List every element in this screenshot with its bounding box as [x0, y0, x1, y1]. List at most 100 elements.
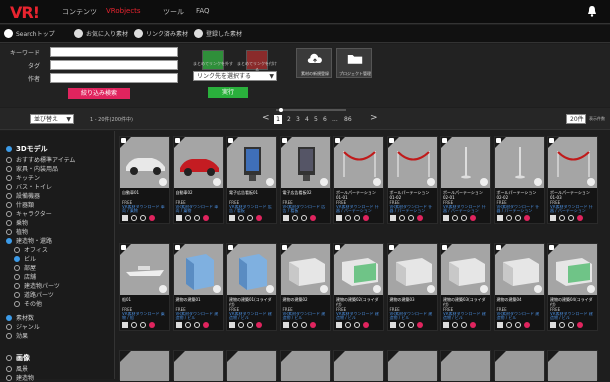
link-icon[interactable]: [140, 215, 146, 221]
asset-title[interactable]: 建物の建築03(コライダ付): [441, 295, 490, 307]
sidebar-item-landscape[interactable]: 風景: [6, 364, 28, 373]
select-checkbox-icon[interactable]: [336, 215, 342, 221]
select-checkbox-icon[interactable]: [175, 322, 182, 328]
heart-icon[interactable]: [416, 215, 423, 221]
asset-card[interactable]: 電子広告看板01 FREE VR素材ダウンロード 広告 / 看板: [226, 136, 277, 224]
heart-icon[interactable]: [202, 215, 209, 221]
sidebar-subitem[interactable]: 建造物パーツ: [14, 281, 60, 290]
asset-thumbnail[interactable]: [280, 137, 330, 188]
asset-thumbnail[interactable]: [120, 137, 169, 188]
asset-title[interactable]: 建物の建築02(コライダ付): [334, 295, 383, 307]
select-checkbox-icon[interactable]: [229, 215, 235, 221]
sidebar-subitem[interactable]: 部屋: [14, 263, 36, 272]
sidebar-subitem[interactable]: その他: [14, 299, 42, 308]
sidebar-extra-item[interactable]: 効果: [6, 331, 28, 340]
asset-card[interactable]: 自動車02 FREE VR素材ダウンロード 車両 / 乗物: [172, 136, 224, 224]
heart-icon[interactable]: [202, 322, 209, 328]
sidebar-item-category[interactable]: キャラクター: [6, 209, 52, 218]
heart-icon[interactable]: [363, 215, 369, 221]
tab-linked[interactable]: リンク済み素材: [134, 29, 188, 38]
lock-icon[interactable]: [398, 322, 405, 328]
tab-search-top[interactable]: Searchトップ: [4, 29, 55, 38]
select-checkbox-icon[interactable]: [443, 322, 449, 328]
heart-icon[interactable]: [149, 215, 155, 221]
sidebar-subitem[interactable]: 店舗: [14, 272, 36, 281]
link-icon[interactable]: [300, 322, 307, 328]
asset-thumbnail[interactable]: [120, 244, 169, 295]
preview-icon[interactable]: [266, 285, 274, 293]
preview-icon[interactable]: [319, 178, 328, 186]
heart-icon[interactable]: [577, 215, 583, 221]
sidebar-item-category[interactable]: バス・トイレ: [6, 182, 52, 191]
asset-thumbnail[interactable]: [387, 137, 437, 188]
lock-icon[interactable]: [345, 322, 351, 328]
lock-icon[interactable]: [398, 215, 405, 221]
unlink-all-button[interactable]: [202, 50, 224, 70]
asset-title[interactable]: 電子広告看板02: [281, 188, 330, 200]
asset-meta[interactable]: VR素材ダウンロード 建造物 / ビル: [281, 312, 330, 320]
select-checkbox-icon[interactable]: [443, 215, 449, 221]
asset-title[interactable]: 建物の建築01(コライダ付): [227, 295, 276, 307]
asset-meta[interactable]: VR素材ダウンロード 建造物 / ビル: [174, 312, 223, 320]
asset-card[interactable]: ポールパーテーション01-01 FREE VR素材ダウンロード 什器 / パーテーシ…: [333, 136, 384, 224]
page-1[interactable]: 1: [274, 115, 282, 124]
section-images[interactable]: 画像: [6, 353, 30, 363]
asset-meta[interactable]: VR素材ダウンロード 什器 / パーテーション: [334, 205, 383, 213]
sidebar-item-category[interactable]: 家具・内装用品: [6, 164, 58, 173]
asset-thumbnail[interactable]: [548, 351, 597, 381]
preview-icon[interactable]: [319, 285, 328, 293]
link-icon[interactable]: [193, 322, 200, 328]
select-checkbox-icon[interactable]: [122, 322, 128, 328]
asset-thumbnail[interactable]: [280, 351, 330, 381]
asset-thumbnail[interactable]: [494, 137, 544, 188]
asset-thumbnail[interactable]: [334, 351, 383, 381]
preview-icon[interactable]: [480, 285, 488, 293]
nav-contents[interactable]: コンテンツ: [62, 7, 97, 17]
nav-tools[interactable]: ツール: [163, 7, 184, 17]
select-checkbox-icon[interactable]: [122, 215, 128, 221]
asset-meta[interactable]: VR素材ダウンロード 什器 / パーテーション: [441, 205, 490, 213]
asset-meta[interactable]: VR素材ダウンロード 建造物 / ビル: [227, 312, 276, 320]
asset-title[interactable]: 船01: [120, 295, 169, 307]
select-checkbox-icon[interactable]: [550, 215, 556, 221]
link-icon[interactable]: [247, 322, 253, 328]
link-icon[interactable]: [568, 322, 574, 328]
link-icon[interactable]: [461, 215, 467, 221]
lock-icon[interactable]: [452, 322, 458, 328]
asset-thumbnail[interactable]: [334, 137, 383, 188]
link-icon[interactable]: [140, 322, 146, 328]
asset-card[interactable]: 自動車01 FREE VR素材ダウンロード 車両 / 乗物: [119, 136, 170, 224]
heart-icon[interactable]: [523, 215, 530, 221]
sidebar-item-category[interactable]: おすすめ標準アイテム: [6, 155, 75, 164]
asset-card[interactable]: ポールパーテーション01-02 FREE VR素材ダウンロード 什器 / パーテーシ…: [386, 136, 438, 224]
lock-icon[interactable]: [238, 215, 244, 221]
filter-search-button[interactable]: 絞り込み検索: [68, 88, 130, 99]
sidebar-item-category[interactable]: 什器類: [6, 200, 34, 209]
link-icon[interactable]: [407, 215, 414, 221]
asset-title[interactable]: 建物の建築03: [388, 295, 437, 307]
asset-card-partial[interactable]: [172, 350, 224, 381]
asset-card[interactable]: ポールパーテーション02-01 FREE VR素材ダウンロード 什器 / パーテーシ…: [440, 136, 491, 224]
author-input[interactable]: [50, 73, 178, 83]
preview-icon[interactable]: [533, 178, 542, 186]
page-next[interactable]: >: [370, 113, 378, 123]
asset-thumbnail[interactable]: [494, 351, 544, 381]
lock-icon[interactable]: [505, 322, 512, 328]
preview-icon[interactable]: [426, 178, 435, 186]
link-icon[interactable]: [461, 322, 467, 328]
page-4[interactable]: 4: [305, 116, 309, 123]
project-manage-button[interactable]: プロジェクト管理: [336, 48, 372, 78]
lock-icon[interactable]: [184, 215, 191, 221]
sidebar-item-category[interactable]: 建造物・還路: [6, 236, 52, 245]
asset-card[interactable]: ポールパーテーション01-03 FREE VR素材ダウンロード 什器 / パーテーシ…: [547, 136, 598, 224]
sort-select[interactable]: 並び替え ▼: [30, 114, 74, 124]
lock-icon[interactable]: [238, 322, 244, 328]
lock-icon[interactable]: [559, 215, 565, 221]
sidebar-extra-item[interactable]: ジャンル: [6, 322, 40, 331]
heart-icon[interactable]: [363, 322, 369, 328]
preview-icon[interactable]: [426, 285, 435, 293]
asset-meta[interactable]: VR素材ダウンロード 車両 / 乗物: [174, 205, 223, 213]
new-asset-button[interactable]: 素材の新規登録: [296, 48, 332, 78]
select-checkbox-icon[interactable]: [496, 322, 503, 328]
asset-card-partial[interactable]: [333, 350, 384, 381]
